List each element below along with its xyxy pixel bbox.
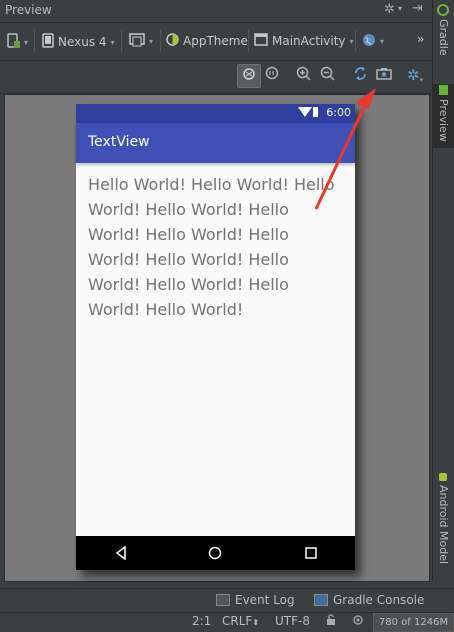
line-separator-label: CRLF: [222, 614, 253, 628]
refresh-button[interactable]: [349, 64, 371, 86]
preview-settings-button[interactable]: ✲ ▾: [404, 64, 426, 86]
actual-size-icon: [265, 66, 280, 85]
zoom-out-icon: [320, 66, 335, 85]
device-status-bar: 6:00: [76, 104, 355, 123]
side-tab-android-model-label: Android Model: [437, 485, 450, 565]
event-log-label: Event Log: [235, 593, 295, 607]
side-tab-preview-label: Preview: [437, 99, 450, 142]
globe-icon: [362, 33, 376, 50]
event-log-icon: [216, 594, 230, 606]
locale-selector[interactable]: ▾: [362, 33, 384, 50]
wifi-icon: [298, 107, 312, 117]
toolbar-divider: [160, 30, 161, 52]
chevron-down-icon: ▾: [349, 36, 354, 46]
textview-content: Hello World! Hello World! Hello World! H…: [88, 175, 335, 319]
side-tab-gradle[interactable]: Gradle: [433, 4, 454, 66]
file-encoding[interactable]: UTF-8: [275, 614, 310, 628]
battery-icon: [313, 107, 318, 117]
theme-name: AppTheme: [183, 34, 248, 48]
toolbar-divider: [248, 30, 249, 52]
device-orientation-icon: [6, 33, 20, 52]
preview-title-bar: [0, 0, 432, 23]
memory-indicator[interactable]: 780 of 1246M: [373, 613, 454, 632]
inspector-icon[interactable]: [352, 614, 364, 629]
side-tab-android-model[interactable]: Android Model: [433, 470, 454, 578]
chevron-down-icon: ▾: [149, 37, 154, 46]
home-icon[interactable]: [200, 536, 230, 570]
hide-icon[interactable]: ⇥: [412, 1, 423, 16]
refresh-icon: [353, 66, 368, 85]
orientation-button[interactable]: ▾: [6, 33, 28, 52]
screenshot-button[interactable]: [373, 64, 395, 86]
more-button[interactable]: »: [417, 32, 424, 46]
side-tab-preview[interactable]: Preview: [433, 84, 454, 148]
activity-selector[interactable]: MainActivity ▾: [254, 33, 354, 49]
lock-icon[interactable]: [326, 614, 336, 629]
gradle-icon: [437, 4, 450, 16]
app-bar: TextView: [76, 123, 355, 163]
preview-icon: [437, 84, 450, 96]
device-frame: 6:00 TextView Hello World! Hello World! …: [76, 104, 355, 570]
device-selector[interactable]: Nexus 4 ▾: [42, 33, 115, 51]
phone-icon: [42, 33, 54, 51]
back-icon[interactable]: [106, 536, 136, 570]
activity-name: MainActivity: [272, 34, 346, 48]
theme-icon: [166, 33, 179, 49]
panel-title: Preview: [5, 3, 52, 17]
gear-icon[interactable]: ✲: [384, 2, 395, 17]
caret-position[interactable]: 2:1: [192, 614, 211, 628]
chevron-down-icon: ▾: [110, 37, 115, 47]
updown-icon: ⬍: [252, 618, 260, 627]
screenshot-icon: [376, 67, 392, 84]
gradle-console-label: Gradle Console: [333, 593, 425, 607]
zoom-to-fit-icon: [242, 67, 257, 86]
chevron-down-icon[interactable]: ▾: [398, 4, 402, 13]
side-tab-gradle-label: Gradle: [437, 19, 450, 56]
recents-icon[interactable]: [296, 536, 326, 570]
zoom-out-button[interactable]: [316, 64, 338, 86]
event-log-tab[interactable]: Event Log: [216, 593, 295, 607]
zoom-in-button[interactable]: [292, 64, 314, 86]
more-chevron: »: [417, 32, 425, 46]
activity-icon: [254, 33, 268, 49]
device-navigation-bar: [76, 536, 355, 570]
zoom-in-icon: [296, 66, 311, 85]
chevron-down-icon: ▾: [24, 38, 29, 47]
screen-size-button[interactable]: ▾: [129, 33, 153, 50]
device-name: Nexus 4: [58, 35, 107, 49]
chevron-down-icon: ▾: [419, 76, 424, 84]
toolbar-divider: [121, 30, 122, 52]
toolbar-divider: [355, 30, 356, 52]
app-title: TextView: [88, 134, 150, 150]
chevron-down-icon: ▾: [380, 37, 385, 46]
status-time: 6:00: [326, 106, 351, 119]
toolbar-divider: [34, 30, 35, 52]
gradle-console-tab[interactable]: Gradle Console: [314, 593, 424, 607]
gradle-console-icon: [314, 594, 328, 606]
settings-icon: ✲: [406, 66, 420, 84]
theme-selector[interactable]: AppTheme: [166, 33, 248, 49]
zoom-to-fit-button[interactable]: [237, 64, 261, 88]
line-separator[interactable]: CRLF⬍: [222, 614, 259, 628]
actual-size-button[interactable]: [261, 64, 283, 86]
android-icon: [437, 470, 450, 482]
screen-size-icon: [129, 33, 145, 50]
